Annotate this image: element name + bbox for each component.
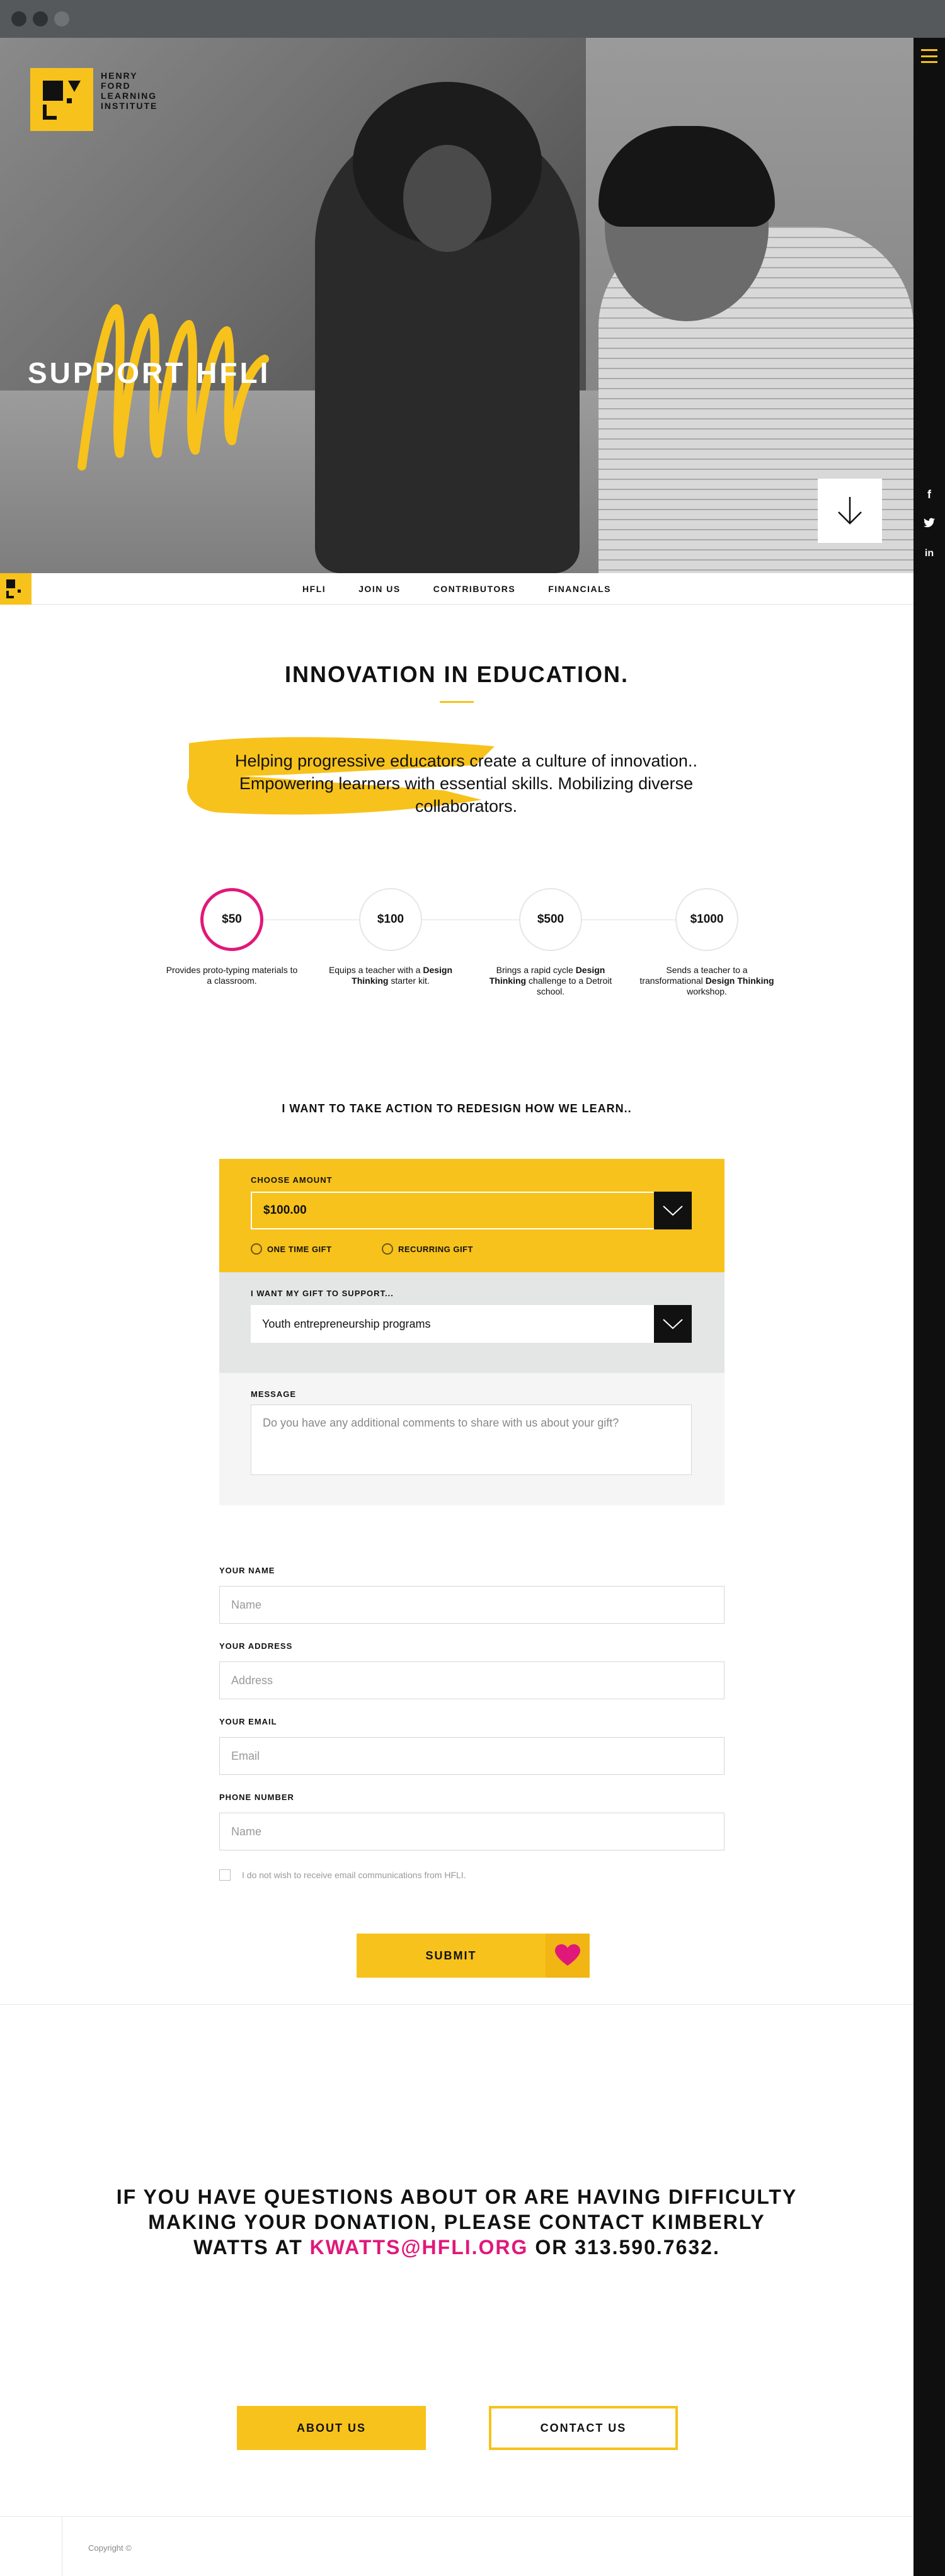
step-amount[interactable]: $500 xyxy=(519,888,582,951)
mini-logo-icon[interactable] xyxy=(0,573,32,605)
submit-label: SUBMIT xyxy=(357,1934,546,1978)
site-logo[interactable]: HENRY FORD LEARNING INSTITUTE xyxy=(30,68,158,131)
one-time-gift-radio[interactable]: ONE TIME GIFT xyxy=(251,1243,332,1255)
donation-step-500[interactable]: $500 Brings a rapid cycle Design Thinkin… xyxy=(481,888,620,997)
subnav-item-financials[interactable]: FINANCIALS xyxy=(548,584,611,594)
logo-wordmark: HENRY FORD LEARNING INSTITUTE xyxy=(101,71,158,111)
subnav-item-hfli[interactable]: HFLI xyxy=(302,584,326,594)
amount-panel: CHOOSE AMOUNT $100.00 ONE TIME GIFT RECU… xyxy=(219,1159,724,1272)
subnav-item-contributors[interactable]: CONTRIBUTORS xyxy=(433,584,516,594)
arrow-down-icon xyxy=(838,497,862,525)
hero-title: SUPPORT HFLI xyxy=(28,356,271,389)
step-amount[interactable]: $50 xyxy=(200,888,263,951)
hero-banner: HENRY FORD LEARNING INSTITUTE SUPPORT HF… xyxy=(0,38,914,573)
donation-step-1000[interactable]: $1000 Sends a teacher to a transformatio… xyxy=(638,888,776,997)
support-panel: I WANT MY GIFT TO SUPPORT... Youth entre… xyxy=(219,1272,724,1373)
scroll-down-button[interactable] xyxy=(818,479,882,543)
recurring-gift-radio[interactable]: RECURRING GIFT xyxy=(382,1243,473,1255)
window-minimize-dot[interactable] xyxy=(33,11,48,26)
about-us-button[interactable]: ABOUT US xyxy=(237,2406,426,2450)
name-label: YOUR NAME xyxy=(219,1566,275,1575)
amount-value: $100.00 xyxy=(263,1204,307,1217)
logo-mark-icon xyxy=(30,68,93,131)
contact-us-button[interactable]: CONTACT US xyxy=(489,2406,678,2450)
intro-text: Helping progressive educators create a c… xyxy=(235,751,697,816)
donation-step-50[interactable]: $50 Provides proto-typing materials to a… xyxy=(163,888,301,986)
address-input[interactable]: Address xyxy=(219,1661,724,1699)
sub-navigation: HFLI JOIN US CONTRIBUTORS FINANCIALS xyxy=(0,573,914,605)
subnav-item-join-us[interactable]: JOIN US xyxy=(358,584,401,594)
contact-email-link[interactable]: KWATTS@HFLI.ORG xyxy=(310,2236,529,2259)
support-value: Youth entrepreneurship programs xyxy=(262,1317,431,1330)
chevron-down-icon[interactable] xyxy=(654,1305,692,1343)
donation-step-100[interactable]: $100 Equips a teacher with a Design Thin… xyxy=(321,888,460,986)
email-optout-checkbox[interactable]: I do not wish to receive email communica… xyxy=(219,1869,466,1881)
side-rail: f in xyxy=(914,38,945,2576)
message-panel: MESSAGE Do you have any additional comme… xyxy=(219,1373,724,1505)
message-label: MESSAGE xyxy=(251,1389,297,1399)
email-input[interactable]: Email xyxy=(219,1737,724,1775)
name-input[interactable]: Name xyxy=(219,1586,724,1624)
radio-circle-icon xyxy=(251,1243,262,1255)
phone-input[interactable]: Name xyxy=(219,1813,724,1850)
intro-title: INNOVATION IN EDUCATION. xyxy=(285,661,629,687)
step-description: Brings a rapid cycle Design Thinking cha… xyxy=(489,965,612,996)
phone-label: PHONE NUMBER xyxy=(219,1792,294,1802)
step-description: Equips a teacher with a Design Thinking … xyxy=(328,965,453,986)
twitter-icon[interactable] xyxy=(914,518,945,531)
support-select[interactable]: Youth entrepreneurship programs xyxy=(251,1305,692,1343)
step-description: Sends a teacher to a transformational De… xyxy=(639,965,774,996)
chevron-down-icon[interactable] xyxy=(654,1192,692,1229)
window-close-dot[interactable] xyxy=(11,11,26,26)
step-amount[interactable]: $100 xyxy=(359,888,422,951)
facebook-icon[interactable]: f xyxy=(914,488,945,501)
amount-select[interactable]: $100.00 xyxy=(251,1192,692,1229)
checkbox-icon[interactable] xyxy=(219,1869,231,1881)
email-label: YOUR EMAIL xyxy=(219,1717,277,1726)
copyright-text: Copyright © xyxy=(88,2543,132,2553)
heart-icon xyxy=(546,1934,590,1978)
step-amount[interactable]: $1000 xyxy=(675,888,738,951)
section-divider xyxy=(0,2004,914,2005)
linkedin-icon[interactable]: in xyxy=(914,548,945,559)
address-label: YOUR ADDRESS xyxy=(219,1641,293,1651)
hamburger-menu-icon[interactable] xyxy=(921,49,937,63)
donation-help-text: IF YOU HAVE QUESTIONS ABOUT OR ARE HAVIN… xyxy=(116,2186,798,2259)
support-label: I WANT MY GIFT TO SUPPORT... xyxy=(251,1289,394,1298)
donation-form-heading: I WANT TO TAKE ACTION TO REDESIGN HOW WE… xyxy=(282,1102,632,1115)
step-description: Provides proto-typing materials to a cla… xyxy=(166,965,298,986)
browser-chrome xyxy=(0,0,945,38)
window-maximize-dot[interactable] xyxy=(54,11,69,26)
intro-title-underline xyxy=(440,701,474,703)
page: HENRY FORD LEARNING INSTITUTE SUPPORT HF… xyxy=(0,38,914,2576)
submit-button[interactable]: SUBMIT xyxy=(357,1934,590,1978)
hero-photo-woman-face xyxy=(403,145,491,252)
message-textarea[interactable]: Do you have any additional comments to s… xyxy=(251,1405,692,1475)
amount-label: CHOOSE AMOUNT xyxy=(251,1175,333,1185)
radio-circle-icon xyxy=(382,1243,393,1255)
footer-divider xyxy=(0,2516,914,2517)
